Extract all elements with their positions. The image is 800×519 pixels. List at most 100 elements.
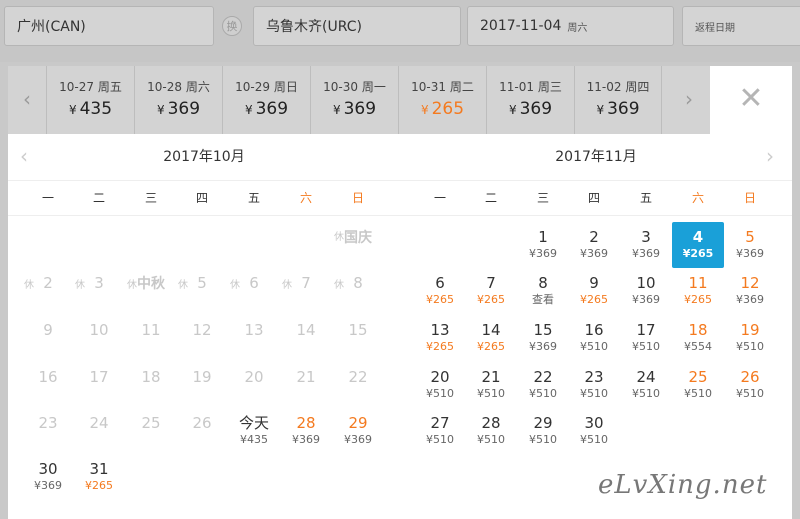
date-tab-date: 10-27 周五	[59, 80, 122, 94]
departure-date-field[interactable]: 2017-11-04 周六	[467, 6, 674, 46]
date-tab[interactable]: 10-29 周日 ¥369	[222, 66, 310, 134]
day-number: 29	[533, 414, 553, 432]
calendar-day[interactable]: 5 ¥369	[724, 222, 776, 268]
calendar-day-selected[interactable]: 4 ¥265	[672, 222, 724, 268]
calendar-day[interactable]: 23 ¥510	[568, 362, 620, 408]
calendar-day: 国庆	[332, 222, 384, 268]
calendar-day[interactable]: 17 ¥510	[620, 315, 672, 361]
calendar-day[interactable]: 19 ¥510	[724, 315, 776, 361]
calendar-day[interactable]: 26 ¥510	[724, 362, 776, 408]
day-number: 14	[296, 321, 316, 339]
day-number: 2	[43, 274, 53, 292]
weekday-label: 日	[351, 191, 364, 205]
calendar-day[interactable]: 18 ¥554	[672, 315, 724, 361]
calendar-day[interactable]: 29 ¥510	[517, 408, 569, 454]
chevron-right-icon[interactable]: ›	[670, 66, 708, 134]
calendar-day[interactable]: 16 ¥510	[568, 315, 620, 361]
arrival-city-field[interactable]: 乌鲁木齐(URC)	[253, 6, 461, 46]
day-number: 28	[296, 414, 316, 432]
day-number: 18	[688, 321, 708, 339]
date-tab[interactable]: 10-27 周五 ¥435	[46, 66, 134, 134]
calendar-day: 17	[73, 362, 125, 408]
day-price: ¥510	[736, 387, 764, 400]
day-number: 17	[636, 321, 656, 339]
day-price: ¥265	[682, 247, 714, 260]
calendar-day[interactable]: 25 ¥510	[672, 362, 724, 408]
calendar-day[interactable]: 7 ¥265	[465, 268, 517, 314]
day-price: ¥265	[426, 340, 454, 353]
calendar-day[interactable]: 31 ¥265	[73, 454, 125, 500]
calendar-day[interactable]: 10 ¥369	[620, 268, 672, 314]
chevron-left-icon[interactable]: ‹	[8, 66, 46, 134]
calendar-day[interactable]: 22 ¥510	[517, 362, 569, 408]
date-tab-active[interactable]: 10-31 周二 ¥265	[398, 66, 486, 134]
day-number: 2	[589, 228, 599, 246]
day-price: ¥510	[632, 340, 660, 353]
next-month-icon[interactable]: ›	[766, 144, 774, 168]
day-number: 28	[481, 414, 501, 432]
weekday-label: 二	[484, 191, 497, 205]
weekday-header-october: 一 二 三 四 五 六 日	[8, 180, 400, 216]
date-tab-date: 10-28 周六	[147, 80, 210, 94]
currency-symbol: ¥	[68, 103, 77, 117]
calendar-day: 19	[176, 362, 228, 408]
calendar-day[interactable]: 30 ¥510	[568, 408, 620, 454]
calendar-day[interactable]: 9 ¥265	[568, 268, 620, 314]
swap-cities-button[interactable]: 换	[222, 16, 242, 36]
calendar-day[interactable]: 27 ¥510	[414, 408, 466, 454]
weekday-label: 六	[691, 191, 704, 205]
calendar-day: 25	[125, 408, 177, 454]
calendar-day[interactable]: 12 ¥369	[724, 268, 776, 314]
calendar-day[interactable]: 28 ¥510	[465, 408, 517, 454]
return-date-field[interactable]: 返程日期	[682, 6, 800, 46]
day-price: ¥369	[529, 247, 557, 260]
day-number: 6	[249, 274, 259, 292]
date-tab-date: 10-30 周一	[323, 80, 386, 94]
calendar-day[interactable]: 2 ¥369	[568, 222, 620, 268]
calendar-day[interactable]: 3 ¥369	[620, 222, 672, 268]
date-tab[interactable]: 10-30 周一 ¥369	[310, 66, 398, 134]
date-tab[interactable]: 11-02 周四 ¥369	[574, 66, 662, 134]
day-number: 17	[89, 368, 109, 386]
calendar-day[interactable]: 1 ¥369	[517, 222, 569, 268]
day-price: 查看	[532, 293, 554, 306]
calendar-day[interactable]: 13 ¥265	[414, 315, 466, 361]
month-title-november: 2017年11月	[555, 149, 637, 165]
date-tab[interactable]: 10-28 周六 ¥369	[134, 66, 222, 134]
day-price: ¥510	[477, 433, 505, 446]
calendar-day-today[interactable]: 今天 ¥435	[228, 408, 280, 454]
calendar-day[interactable]: 20 ¥510	[414, 362, 466, 408]
date-tab-price: 369	[519, 99, 553, 119]
calendar-day[interactable]: 6 ¥265	[414, 268, 466, 314]
date-tab-date: 11-01 周三	[499, 80, 562, 94]
day-price: ¥265	[684, 293, 712, 306]
day-number: 20	[244, 368, 264, 386]
calendar-day[interactable]: 28 ¥369	[280, 408, 332, 454]
date-tab-price: 435	[79, 99, 113, 119]
currency-symbol: ¥	[420, 103, 429, 117]
departure-city-field[interactable]: 广州(CAN)	[4, 6, 214, 46]
calendar-day[interactable]: 14 ¥265	[465, 315, 517, 361]
calendar-day[interactable]: 15 ¥369	[517, 315, 569, 361]
currency-symbol: ¥	[332, 103, 341, 117]
day-number: 9	[43, 321, 53, 339]
day-number: 21	[296, 368, 316, 386]
holiday-label: 国庆	[344, 230, 372, 246]
return-date-placeholder: 返程日期	[695, 22, 735, 34]
weekday-label: 五	[247, 191, 260, 205]
calendar-day[interactable]: 11 ¥265	[672, 268, 724, 314]
day-number: 16	[38, 368, 58, 386]
date-tab[interactable]: 11-01 周三 ¥369	[486, 66, 574, 134]
calendar-day[interactable]: 30 ¥369	[22, 454, 74, 500]
close-icon[interactable]: ✕	[736, 84, 766, 114]
calendar-day: 26	[176, 408, 228, 454]
weekday-label: 四	[587, 191, 600, 205]
calendar-day[interactable]: 24 ¥510	[620, 362, 672, 408]
day-price: ¥510	[426, 387, 454, 400]
calendar-day[interactable]: 21 ¥510	[465, 362, 517, 408]
watermark: eLvXing.net	[598, 470, 768, 500]
calendar-day[interactable]: 8 查看	[517, 268, 569, 314]
day-number: 10	[89, 321, 109, 339]
departure-city-value: 广州(CAN)	[17, 19, 86, 35]
calendar-day[interactable]: 29 ¥369	[332, 408, 384, 454]
